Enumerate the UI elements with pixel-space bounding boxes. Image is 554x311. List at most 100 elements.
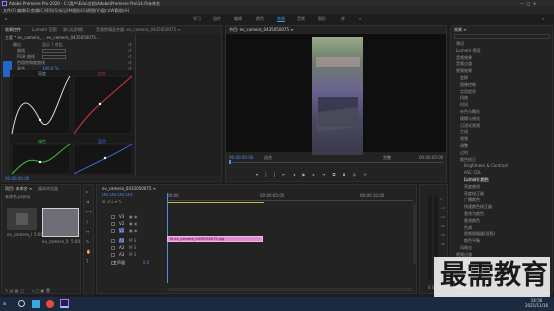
effects-item[interactable]: 杂色与颗粒 bbox=[460, 109, 480, 114]
track-lock-icon[interactable] bbox=[111, 239, 115, 243]
explorer-icon[interactable] bbox=[32, 300, 40, 308]
menu-view[interactable]: 视图(V) bbox=[87, 8, 101, 13]
track-lock-icon[interactable] bbox=[111, 215, 115, 219]
track-label[interactable]: 主声道 bbox=[113, 260, 125, 265]
browser-icon[interactable] bbox=[46, 300, 54, 308]
program-scrub-bar[interactable] bbox=[229, 162, 443, 163]
project-item-thumb-1[interactable] bbox=[7, 208, 37, 230]
channel-dropdown[interactable] bbox=[42, 49, 66, 53]
effects-item[interactable]: 调整 bbox=[460, 143, 468, 148]
effects-item[interactable]: 颜色平衡 bbox=[464, 238, 480, 243]
effects-item[interactable]: 广播颜色 bbox=[464, 197, 480, 202]
track-header[interactable]: A2 M S bbox=[97, 245, 165, 251]
menu-help[interactable]: 帮助(H) bbox=[115, 8, 129, 13]
effects-item[interactable]: Brightness & Contrast bbox=[464, 163, 508, 168]
program-transport-controls[interactable]: ▾ | | ⇤ ◂ ▶ ▸ ⇥ ⧉ ⧈ ◎ + bbox=[256, 172, 370, 177]
timeline-clip[interactable]: fx ev_camera_0435050075.jpg bbox=[167, 236, 263, 242]
track-label[interactable]: V3 bbox=[119, 214, 124, 219]
curves-area[interactable] bbox=[10, 70, 134, 175]
effects-item[interactable]: 预设 bbox=[456, 41, 464, 46]
effects-item[interactable]: ASC CDL bbox=[464, 170, 481, 175]
effects-item[interactable]: 图像控制 bbox=[460, 82, 476, 87]
effects-item[interactable]: 沉浸式视频 bbox=[460, 123, 480, 128]
track-header[interactable]: V3 ▣ ◉ bbox=[97, 214, 165, 220]
type-tool-icon[interactable]: T bbox=[86, 259, 88, 264]
hand-tool-icon[interactable]: ✋ bbox=[86, 249, 91, 254]
program-playhead[interactable] bbox=[229, 160, 231, 164]
timeline-tool-icons[interactable]: ⊞ ↺ ⌂ ▾ ✎ bbox=[102, 199, 122, 204]
effects-item[interactable]: 更改为颜色 bbox=[464, 211, 484, 216]
effects-item[interactable]: 视频限幅器(旧版) bbox=[464, 231, 495, 236]
razor-tool-icon[interactable]: ◊ bbox=[86, 219, 88, 224]
effects-item[interactable]: 生成 bbox=[460, 129, 468, 134]
workspace-effects[interactable]: 效果 bbox=[277, 16, 285, 22]
effects-item[interactable]: 实用程序 bbox=[460, 89, 476, 94]
timeline-ruler[interactable] bbox=[167, 199, 413, 201]
effect-timecode[interactable]: 00:00:00:00 bbox=[5, 176, 29, 181]
effects-item[interactable]: 变换 bbox=[460, 75, 468, 80]
track-label[interactable]: V2 bbox=[119, 221, 124, 226]
program-timecode-current[interactable]: 00:00:00:00 bbox=[229, 155, 253, 160]
tab-media-browser[interactable]: 媒体浏览器 bbox=[38, 186, 58, 191]
item-rgb-curves[interactable]: RGB 曲线 bbox=[17, 54, 35, 59]
workspace-editing[interactable]: 编辑 bbox=[234, 16, 242, 21]
master-volume-value[interactable]: 0.0 bbox=[143, 260, 149, 265]
timeline-vscroll[interactable] bbox=[413, 204, 416, 264]
work-area-bar[interactable] bbox=[167, 202, 264, 203]
tab-timeline[interactable]: ev_camera_0435050075 ≡ bbox=[102, 186, 156, 191]
effects-item[interactable]: 色调 bbox=[464, 225, 472, 230]
track-header[interactable]: 主声道 0.0 bbox=[97, 260, 165, 266]
ripple-tool-icon[interactable]: ⟷ bbox=[86, 209, 92, 214]
workspace-more-icon[interactable]: » bbox=[359, 16, 361, 21]
track-toggle-icons[interactable]: M S bbox=[129, 245, 136, 250]
effects-item[interactable]: 风格化 bbox=[460, 245, 472, 250]
track-toggle-icons[interactable]: ▣ ◉ bbox=[129, 214, 138, 219]
track-header[interactable]: A3 M S bbox=[97, 252, 165, 258]
track-label[interactable]: V1 bbox=[119, 228, 125, 233]
reset-icons[interactable]: ↺ ↺ ↺ ↺ ↺ bbox=[128, 42, 133, 72]
track-toggle-icons[interactable]: ▣ ◉ bbox=[129, 221, 138, 226]
workspace-libraries[interactable]: 库 bbox=[341, 16, 345, 21]
timeline-timecode[interactable]: 00:00:00:00 bbox=[102, 193, 133, 198]
effects-item[interactable]: Lumetri 颜色 bbox=[464, 177, 489, 182]
track-select-tool-icon[interactable]: ⇉ bbox=[86, 199, 89, 204]
menu-edit[interactable]: 编辑(E) bbox=[17, 8, 31, 13]
track-header[interactable]: V1 ▣ ◉ bbox=[97, 228, 165, 234]
slip-tool-icon[interactable]: ↔ bbox=[86, 229, 89, 234]
effects-item[interactable]: 亮度校正器 bbox=[464, 191, 484, 196]
menu-sequence[interactable]: 序列(S) bbox=[45, 8, 59, 13]
effects-item[interactable]: 视频效果 bbox=[456, 68, 472, 73]
track-lock-icon[interactable] bbox=[111, 222, 115, 226]
workspace-color[interactable]: 颜色 bbox=[256, 16, 264, 21]
effects-item[interactable]: 视频 bbox=[460, 136, 468, 141]
home-icon[interactable]: ⌂ bbox=[5, 16, 8, 21]
track-header[interactable]: A1 M S bbox=[97, 238, 165, 244]
effects-item[interactable]: 模糊与锐化 bbox=[460, 116, 480, 121]
workspace-graphics[interactable]: 图形 bbox=[318, 16, 326, 21]
search-icon[interactable]: ⌕ bbox=[542, 16, 544, 21]
track-lock-icon[interactable] bbox=[111, 229, 115, 233]
track-lock-icon[interactable] bbox=[111, 253, 115, 257]
track-toggle-icons[interactable]: ▣ ◉ bbox=[129, 228, 138, 233]
program-quality-dropdown[interactable]: 完整 bbox=[383, 155, 391, 160]
tab-source[interactable]: 源:(无剪辑) bbox=[63, 27, 83, 32]
track-label[interactable]: A1 bbox=[119, 238, 125, 243]
track-label[interactable]: A2 bbox=[119, 245, 124, 250]
workspace-assembly[interactable]: 组件 bbox=[213, 16, 221, 21]
item-curves[interactable]: 曲线 bbox=[17, 48, 25, 53]
effects-item[interactable]: 音频过渡 bbox=[456, 61, 472, 66]
effects-item[interactable]: 过时 bbox=[460, 150, 468, 155]
effects-item[interactable]: 时间 bbox=[460, 102, 468, 107]
menu-file[interactable]: 文件(F) bbox=[3, 8, 16, 13]
menu-window[interactable]: 窗口(W) bbox=[101, 8, 116, 13]
effects-panel-title[interactable]: 效果 ≡ bbox=[454, 27, 467, 32]
effects-item[interactable]: 音频效果 bbox=[456, 55, 472, 60]
effects-search-input[interactable] bbox=[454, 34, 550, 39]
track-toggle-icons[interactable]: M S bbox=[129, 252, 136, 257]
effects-item[interactable]: 快速颜色校正器 bbox=[464, 204, 492, 209]
workspace-learn[interactable]: 学习 bbox=[193, 16, 201, 21]
effects-item[interactable]: 亮度曲线 bbox=[464, 184, 480, 189]
track-lock-icon[interactable] bbox=[111, 246, 115, 250]
tab-lumetri-scopes[interactable]: Lumetri 范围 bbox=[32, 27, 57, 32]
premiere-taskbar-icon[interactable] bbox=[60, 299, 69, 308]
